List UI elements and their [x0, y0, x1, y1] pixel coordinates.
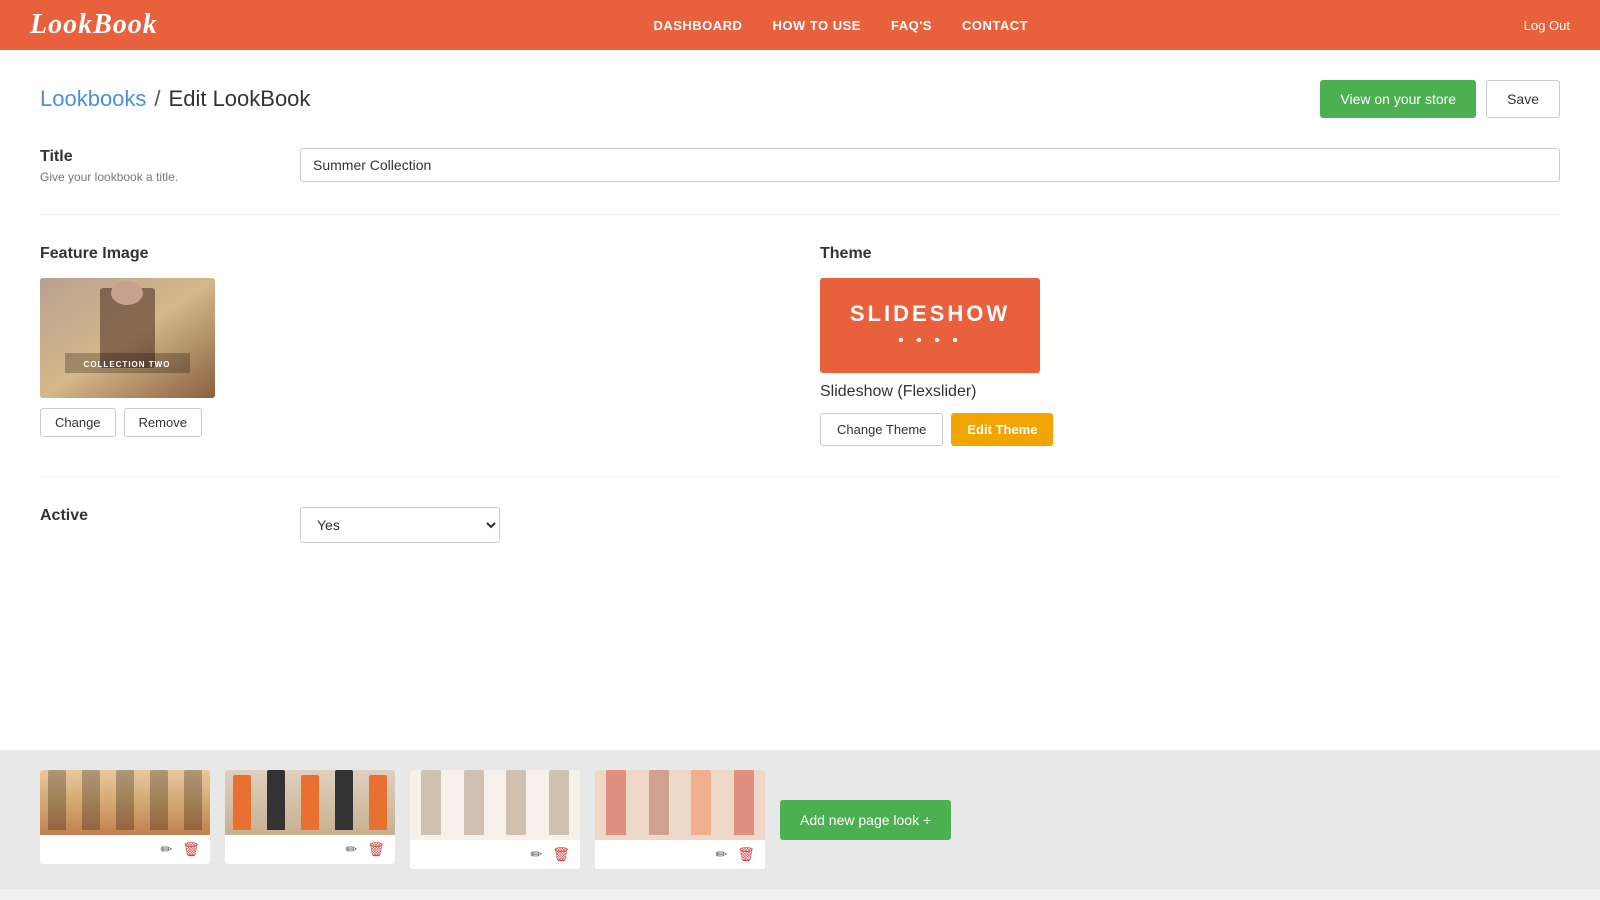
feature-image-col: Feature Image [40, 245, 780, 446]
breadcrumb-separator: / [154, 86, 160, 112]
theme-name: Slideshow (Flexslider) [820, 383, 1560, 401]
look1-figure-3 [116, 770, 134, 830]
look-actions-1: ✏ 🗑 [40, 835, 210, 864]
look4-edit-icon[interactable]: ✏ [715, 846, 727, 863]
nav-contact[interactable]: CONTACT [962, 18, 1028, 33]
look2-figure-4 [335, 770, 353, 830]
look1-figure-1 [48, 770, 66, 830]
feature-image-preview: COLLECTION TWO [40, 278, 215, 398]
change-theme-button[interactable]: Change Theme [820, 413, 943, 446]
view-store-button[interactable]: View on your store [1320, 80, 1476, 118]
look3-figure-4 [549, 770, 569, 835]
logout-button[interactable]: Log Out [1524, 18, 1570, 33]
feature-theme-section: Feature Image [40, 245, 1560, 477]
look4-figure-2 [649, 770, 669, 835]
title-section: Title Give your lookbook a title. [40, 148, 1560, 215]
look1-figure-4 [150, 770, 168, 830]
theme-buttons: Change Theme Edit Theme [820, 413, 1560, 446]
save-button[interactable]: Save [1486, 80, 1560, 118]
theme-preview-dots: • • • • [898, 332, 962, 350]
look-card-1: ✏ 🗑 [40, 770, 210, 864]
feature-image-box: COLLECTION TWO [40, 278, 215, 398]
remove-image-button[interactable]: Remove [124, 408, 202, 437]
look2-edit-icon[interactable]: ✏ [345, 841, 357, 858]
look-card-3: ✏ 🗑 [410, 770, 580, 869]
look2-figure-2 [267, 770, 285, 830]
look-image-1 [40, 770, 210, 835]
title-label-col: Title Give your lookbook a title. [40, 148, 260, 184]
image-buttons: Change Remove [40, 408, 780, 437]
breadcrumb-actions: View on your store Save [1320, 80, 1560, 118]
breadcrumb-current: Edit LookBook [169, 86, 311, 112]
logo: LookBook [30, 9, 158, 41]
main-nav: DASHBOARD HOW TO USE FAQ'S CONTACT [653, 18, 1028, 33]
look1-figure-5 [184, 770, 202, 830]
header: LookBook DASHBOARD HOW TO USE FAQ'S CONT… [0, 0, 1600, 50]
theme-preview-title: SLIDESHOW [850, 301, 1010, 327]
look1-delete-icon[interactable]: 🗑 [182, 841, 200, 858]
look4-delete-icon[interactable]: 🗑 [737, 846, 755, 863]
look2-delete-icon[interactable]: 🗑 [367, 841, 385, 858]
active-label-col: Active [40, 507, 260, 543]
main-content: Lookbooks / Edit LookBook View on your s… [0, 50, 1600, 750]
look2-figure-3 [301, 775, 319, 830]
feature-image-label: Feature Image [40, 245, 780, 263]
add-look-button[interactable]: Add new page look + [780, 800, 951, 840]
title-field-col [300, 148, 1560, 184]
change-image-button[interactable]: Change [40, 408, 116, 437]
page-looks-strip: ✏ 🗑 ✏ 🗑 ✏ 🗑 [0, 750, 1600, 889]
look4-figure-4 [734, 770, 754, 835]
look4-figure-3 [691, 770, 711, 835]
active-section: Active Yes No [40, 507, 1560, 543]
look2-figure-5 [369, 775, 387, 830]
theme-col: Theme SLIDESHOW • • • • Slideshow (Flexs… [820, 245, 1560, 446]
look1-edit-icon[interactable]: ✏ [160, 841, 172, 858]
look-card-2: ✏ 🗑 [225, 770, 395, 864]
active-label: Active [40, 507, 260, 525]
look-actions-4: ✏ 🗑 [595, 840, 765, 869]
look3-figure-1 [421, 770, 441, 835]
look3-figure-2 [464, 770, 484, 835]
title-label: Title [40, 148, 260, 166]
breadcrumb-link[interactable]: Lookbooks [40, 86, 146, 112]
breadcrumb: Lookbooks / Edit LookBook View on your s… [40, 80, 1560, 118]
theme-label: Theme [820, 245, 1560, 263]
title-input[interactable] [300, 148, 1560, 182]
look2-figure-1 [233, 775, 251, 830]
nav-dashboard[interactable]: DASHBOARD [653, 18, 742, 33]
active-select[interactable]: Yes No [300, 507, 500, 543]
active-field-col: Yes No [300, 507, 500, 543]
title-description: Give your lookbook a title. [40, 170, 260, 184]
svg-text:COLLECTION TWO: COLLECTION TWO [84, 360, 171, 369]
look3-delete-icon[interactable]: 🗑 [552, 846, 570, 863]
look3-figure-3 [506, 770, 526, 835]
feature-image-svg: COLLECTION TWO [40, 278, 215, 398]
look-actions-3: ✏ 🗑 [410, 840, 580, 869]
look-actions-2: ✏ 🗑 [225, 835, 395, 864]
look-card-4: ✏ 🗑 [595, 770, 765, 869]
edit-theme-button[interactable]: Edit Theme [951, 413, 1053, 446]
look-image-2 [225, 770, 395, 835]
nav-faqs[interactable]: FAQ'S [891, 18, 932, 33]
look-image-3 [410, 770, 580, 840]
look4-figure-1 [606, 770, 626, 835]
look-image-4 [595, 770, 765, 840]
look1-figure-2 [82, 770, 100, 830]
breadcrumb-left: Lookbooks / Edit LookBook [40, 86, 310, 112]
nav-how-to-use[interactable]: HOW TO USE [772, 18, 861, 33]
theme-preview: SLIDESHOW • • • • [820, 278, 1040, 373]
look3-edit-icon[interactable]: ✏ [530, 846, 542, 863]
